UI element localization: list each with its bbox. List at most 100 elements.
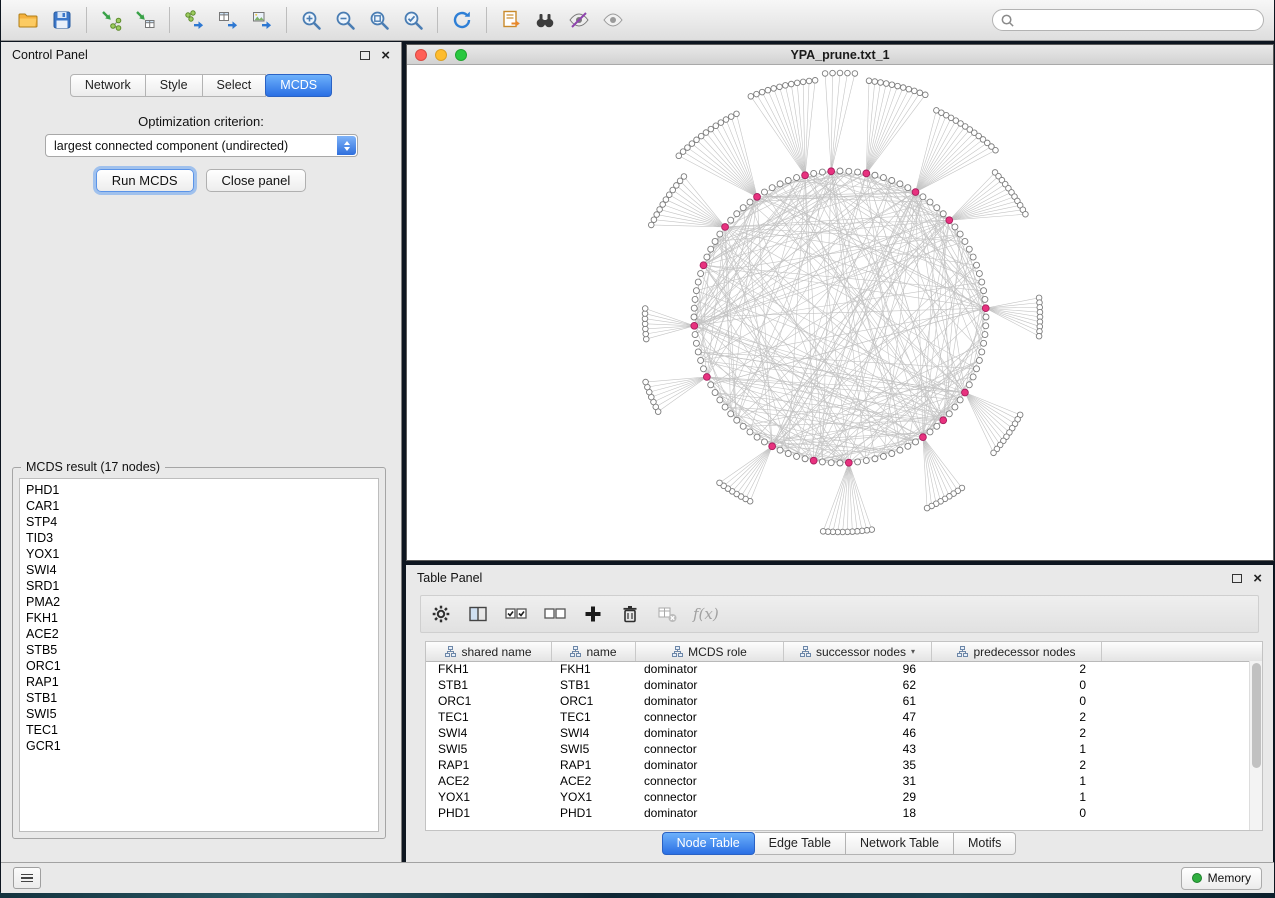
column-header[interactable]: predecessor nodes xyxy=(932,642,1102,661)
mcds-result-item[interactable]: TID3 xyxy=(20,530,378,546)
zoom-in-button[interactable] xyxy=(294,4,328,36)
table-scrollbar[interactable] xyxy=(1249,661,1262,830)
mcds-result-item[interactable]: STB5 xyxy=(20,642,378,658)
search-input[interactable] xyxy=(1015,12,1256,28)
search-field[interactable] xyxy=(992,9,1264,31)
find-button[interactable] xyxy=(528,4,562,36)
mcds-result-item[interactable]: ORC1 xyxy=(20,658,378,674)
eye-slash-icon xyxy=(568,9,590,31)
close-panel-button[interactable]: Close panel xyxy=(206,169,307,192)
memory-button[interactable]: Memory xyxy=(1181,867,1262,890)
clipboard-network-button[interactable] xyxy=(494,4,528,36)
birdseye-view-button[interactable] xyxy=(596,4,630,36)
table-cell: 2 xyxy=(932,758,1102,772)
mcds-result-item[interactable]: CAR1 xyxy=(20,498,378,514)
export-table-icon xyxy=(217,9,239,31)
show-columns-icon[interactable] xyxy=(467,603,489,625)
import-network-button[interactable] xyxy=(94,4,128,36)
export-table-button[interactable] xyxy=(211,4,245,36)
network-view-window: YPA_prune.txt_1 xyxy=(407,45,1273,560)
table-row[interactable]: ORC1ORC1dominator610 xyxy=(426,693,1249,709)
table-row[interactable]: ACE2ACE2connector311 xyxy=(426,773,1249,789)
table-cell: YOX1 xyxy=(552,790,636,804)
function-builder-icon[interactable]: f(x) xyxy=(693,605,719,623)
mcds-result-item[interactable]: STP4 xyxy=(20,514,378,530)
column-header[interactable]: name xyxy=(552,642,636,661)
save-button[interactable] xyxy=(45,4,79,36)
close-panel-icon[interactable]: × xyxy=(1253,571,1262,586)
mcds-result-item[interactable]: SWI4 xyxy=(20,562,378,578)
column-header[interactable]: successor nodes▾ xyxy=(784,642,932,661)
open-file-button[interactable] xyxy=(11,4,45,36)
close-window-icon[interactable] xyxy=(415,49,427,61)
table-row[interactable]: TEC1TEC1connector472 xyxy=(426,709,1249,725)
gear-icon[interactable] xyxy=(430,603,452,625)
mcds-result-item[interactable]: PHD1 xyxy=(20,482,378,498)
table-row[interactable]: STB1STB1dominator620 xyxy=(426,677,1249,693)
column-header[interactable]: shared name xyxy=(426,642,552,661)
float-panel-icon[interactable] xyxy=(360,51,370,60)
tab-select[interactable]: Select xyxy=(203,74,267,97)
table-row[interactable]: FKH1FKH1dominator962 xyxy=(426,661,1249,677)
network-window-titlebar[interactable]: YPA_prune.txt_1 xyxy=(407,45,1273,65)
table-cell: connector xyxy=(636,710,784,724)
table-row[interactable]: SWI5SWI5connector431 xyxy=(426,741,1249,757)
close-panel-icon[interactable]: × xyxy=(381,48,390,63)
tab-edge-table[interactable]: Edge Table xyxy=(755,832,846,855)
table-cell: RAP1 xyxy=(552,758,636,772)
add-column-icon[interactable] xyxy=(582,603,604,625)
table-cell: dominator xyxy=(636,806,784,820)
float-panel-icon[interactable] xyxy=(1232,574,1242,583)
deselect-all-icon[interactable] xyxy=(543,603,567,625)
zoom-fit-icon xyxy=(368,9,390,31)
table-row[interactable]: YOX1YOX1connector291 xyxy=(426,789,1249,805)
memory-status-icon xyxy=(1192,873,1202,883)
import-table-button[interactable] xyxy=(128,4,162,36)
maximize-window-icon[interactable] xyxy=(455,49,467,61)
delete-icon[interactable] xyxy=(619,603,641,625)
delete-table-icon[interactable] xyxy=(656,603,678,625)
tab-motifs[interactable]: Motifs xyxy=(954,832,1016,855)
column-header[interactable]: MCDS role xyxy=(636,642,784,661)
main-toolbar xyxy=(1,0,1274,41)
export-network-button[interactable] xyxy=(177,4,211,36)
toolbar-separator xyxy=(86,7,87,33)
select-all-icon[interactable] xyxy=(504,603,528,625)
network-canvas[interactable] xyxy=(407,65,1273,560)
tab-style[interactable]: Style xyxy=(146,74,203,97)
apply-layout-button[interactable] xyxy=(445,4,479,36)
mcds-result-item[interactable]: STB1 xyxy=(20,690,378,706)
mcds-result-item[interactable]: TEC1 xyxy=(20,722,378,738)
criterion-dropdown[interactable]: largest connected component (undirected) xyxy=(45,134,358,157)
tab-network-table[interactable]: Network Table xyxy=(846,832,954,855)
mcds-result-item[interactable]: YOX1 xyxy=(20,546,378,562)
zoom-selected-button[interactable] xyxy=(396,4,430,36)
mcds-result-item[interactable]: PMA2 xyxy=(20,594,378,610)
task-history-button[interactable] xyxy=(13,867,41,889)
toggle-graphics-details-button[interactable] xyxy=(562,4,596,36)
export-image-button[interactable] xyxy=(245,4,279,36)
zoom-out-button[interactable] xyxy=(328,4,362,36)
mcds-result-item[interactable]: RAP1 xyxy=(20,674,378,690)
mcds-result-item[interactable]: GCR1 xyxy=(20,738,378,754)
mcds-result-item[interactable]: SRD1 xyxy=(20,578,378,594)
scrollbar-thumb[interactable] xyxy=(1252,663,1261,768)
mcds-result-item[interactable]: FKH1 xyxy=(20,610,378,626)
save-floppy-icon xyxy=(51,9,73,31)
run-mcds-button[interactable]: Run MCDS xyxy=(96,169,194,192)
toolbar-separator xyxy=(169,7,170,33)
table-cell: FKH1 xyxy=(552,662,636,676)
tab-network[interactable]: Network xyxy=(70,74,146,97)
network-graph[interactable] xyxy=(407,65,1273,560)
table-row[interactable]: RAP1RAP1dominator352 xyxy=(426,757,1249,773)
mcds-result-item[interactable]: SWI5 xyxy=(20,706,378,722)
tab-mcds[interactable]: MCDS xyxy=(265,74,332,97)
zoom-fit-button[interactable] xyxy=(362,4,396,36)
table-cell: RAP1 xyxy=(426,758,552,772)
tab-node-table[interactable]: Node Table xyxy=(662,832,755,855)
mcds-result-item[interactable]: ACE2 xyxy=(20,626,378,642)
table-row[interactable]: SWI4SWI4dominator462 xyxy=(426,725,1249,741)
minimize-window-icon[interactable] xyxy=(435,49,447,61)
status-bar: Memory xyxy=(1,862,1274,893)
table-row[interactable]: PHD1PHD1dominator180 xyxy=(426,805,1249,821)
